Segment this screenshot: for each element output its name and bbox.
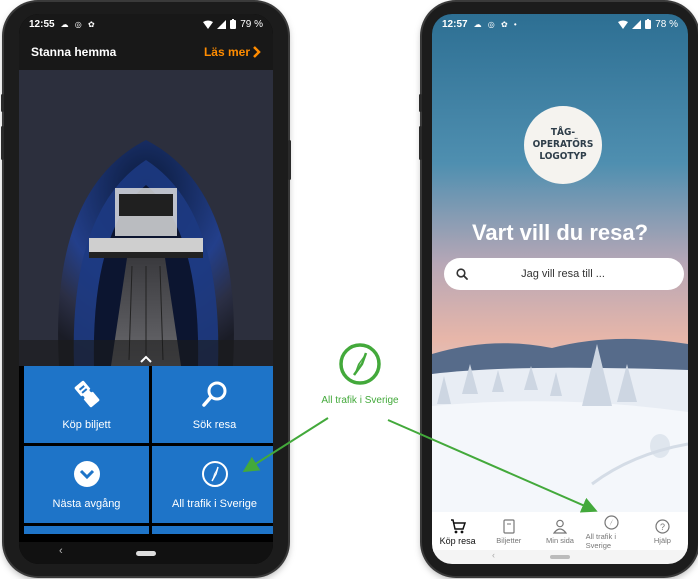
- logo-line: OPERATÖRS: [532, 139, 594, 150]
- side-button: [419, 126, 422, 160]
- side-button: [419, 94, 422, 112]
- left-phone: 12:55 ☁ ◎ ✿ 79 % Stanna hemma Läs mer Kö…: [1, 2, 291, 576]
- battery-level: 79 %: [240, 18, 263, 30]
- next-departure-tile[interactable]: Nästa avgång: [24, 446, 149, 523]
- tile-label: Sök resa: [192, 418, 237, 431]
- operator-logo: TÅG- OPERATÖRS LOGOTYP: [524, 106, 602, 184]
- destination-search-input[interactable]: Jag vill resa till ...: [444, 258, 684, 290]
- notification-icons: ☁ ◎ ✿ •: [473, 19, 519, 29]
- tile-label: Köp biljett: [62, 418, 111, 431]
- back-button[interactable]: ‹: [59, 545, 63, 557]
- back-button[interactable]: ‹: [492, 550, 495, 560]
- read-more-label: Läs mer: [203, 45, 250, 59]
- status-right: 79 %: [203, 19, 263, 30]
- side-button: [288, 140, 291, 180]
- notification-icons: ☁ ◎ ✿: [60, 19, 97, 29]
- signal-icon: [632, 19, 642, 29]
- status-bar: 12:55 ☁ ◎ ✿ 79 %: [19, 14, 273, 34]
- ticket-icon: [503, 519, 515, 534]
- tab-my-page[interactable]: Min sida: [534, 512, 585, 552]
- battery-icon: [645, 19, 652, 29]
- tab-all-traffic[interactable]: All trafik i Sverige: [586, 512, 637, 552]
- tab-help[interactable]: ? Hjälp: [637, 512, 688, 552]
- cart-icon: [450, 518, 466, 533]
- battery-level: 78 %: [655, 18, 678, 30]
- annotation-label: All trafik i Sverige: [321, 395, 399, 406]
- left-screen: 12:55 ☁ ◎ ✿ 79 % Stanna hemma Läs mer Kö…: [19, 14, 273, 564]
- home-button[interactable]: [136, 551, 156, 556]
- tab-buy-trip[interactable]: Köp resa: [432, 512, 483, 552]
- right-phone: 12:57 ☁ ◎ ✿ • 78 % TÅG- OPERATÖRS LOGOTY…: [419, 2, 698, 576]
- home-button[interactable]: [550, 555, 570, 559]
- side-button: [1, 94, 4, 112]
- collapse-chevron-up-icon[interactable]: [140, 352, 152, 366]
- android-nav-bar: ‹: [19, 542, 273, 564]
- logo-line: LOGOTYP: [539, 151, 587, 162]
- annotation-callout: All trafik i Sverige: [300, 342, 420, 406]
- tab-label: Min sida: [546, 536, 574, 545]
- signal-icon: [217, 19, 227, 29]
- banner-title: Stanna hemma: [31, 45, 117, 59]
- compass-icon: [339, 343, 381, 385]
- subway-illustration: [19, 70, 273, 366]
- wifi-icon: [203, 20, 214, 29]
- info-banner: Stanna hemma Läs mer: [19, 34, 273, 70]
- status-time: 12:55: [29, 18, 55, 30]
- buy-ticket-tile[interactable]: Köp biljett: [24, 366, 149, 443]
- chevron-down-icon: [73, 460, 100, 487]
- tile-label: Nästa avgång: [52, 497, 121, 510]
- page-title: Vart vill du resa?: [471, 220, 649, 245]
- tab-label: All trafik i Sverige: [585, 531, 617, 550]
- tab-label: Hjälp: [653, 536, 671, 545]
- status-bar: 12:57 ☁ ◎ ✿ • 78 %: [432, 14, 688, 34]
- person-icon: [553, 519, 567, 534]
- hero-image-subway-station: [19, 70, 273, 366]
- search-placeholder: Jag vill resa till ...: [521, 268, 605, 280]
- tab-tickets[interactable]: Biljetter: [483, 512, 534, 552]
- svg-text:?: ?: [660, 522, 665, 532]
- logo-line: TÅG-: [550, 127, 576, 138]
- tab-label: Biljetter: [496, 536, 522, 545]
- all-traffic-tile[interactable]: All trafik i Sverige: [152, 446, 273, 523]
- search-trip-tile[interactable]: Sök resa: [152, 366, 273, 443]
- status-right: 78 %: [618, 19, 678, 30]
- read-more-link[interactable]: Läs mer: [204, 45, 261, 59]
- ticket-icon: [74, 380, 99, 407]
- wifi-icon: [618, 20, 629, 29]
- battery-icon: [230, 19, 237, 29]
- action-tiles: Köp biljett Sök resa Nästa avgång All tr…: [24, 366, 273, 564]
- help-icon: ?: [655, 519, 670, 534]
- status-time: 12:57: [442, 18, 468, 30]
- search-icon: [201, 381, 226, 407]
- tab-label: Köp resa: [439, 535, 476, 546]
- chevron-right-icon: [253, 46, 261, 58]
- tile-label: All trafik i Sverige: [172, 497, 257, 510]
- bottom-tab-bar: Köp resa Biljetter Min sida All trafik i…: [432, 512, 688, 552]
- right-screen: 12:57 ☁ ◎ ✿ • 78 % TÅG- OPERATÖRS LOGOTY…: [432, 14, 688, 564]
- android-nav-bar: ‹: [432, 550, 688, 564]
- tile-edge: [152, 526, 273, 534]
- tile-edge: [24, 526, 149, 534]
- side-button: [1, 126, 4, 160]
- search-icon: [456, 268, 468, 280]
- compass-icon: [201, 460, 228, 487]
- compass-icon: [604, 514, 619, 530]
